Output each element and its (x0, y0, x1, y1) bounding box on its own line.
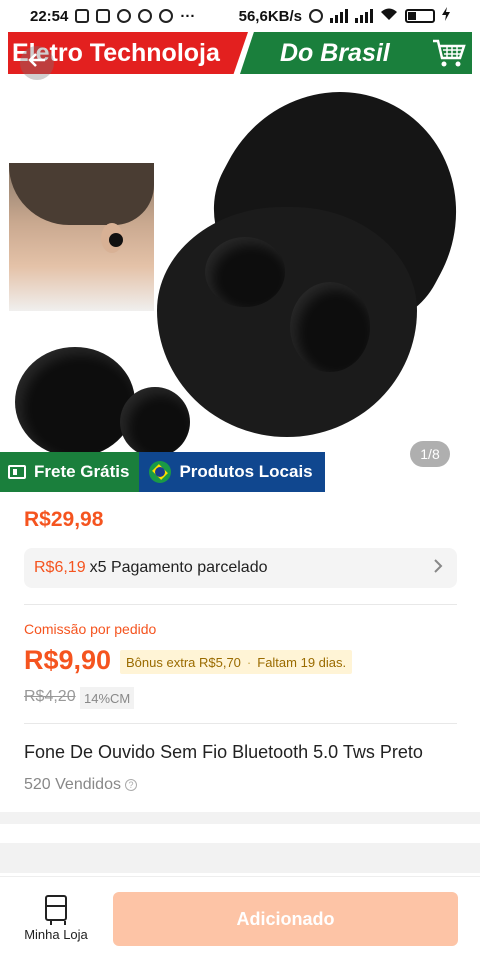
status-left: 22:54 ··· (30, 8, 195, 25)
installment-text: x5 Pagamento parcelado (89, 559, 268, 576)
bonus-separator: · (246, 654, 252, 670)
shipping-icon (8, 465, 26, 479)
section-separator (0, 843, 480, 873)
banner-tagline-block: Do Brasil (240, 32, 472, 74)
old-commission-price: R$4,20 (24, 688, 76, 705)
back-button[interactable] (20, 46, 54, 80)
alarm-icon (309, 9, 323, 23)
local-products-label: Produtos Locais (179, 462, 313, 481)
earbud-image (205, 237, 285, 307)
divider (24, 723, 457, 724)
signal-icon (355, 9, 373, 23)
free-shipping-tag: Frete Grátis (0, 452, 140, 492)
network-speed: 56,6KB/s (238, 7, 302, 25)
app-notification-icon (117, 9, 132, 23)
product-gallery[interactable]: Eletro Technoloja Do Brasil 1/8 (0, 32, 480, 492)
charging-icon (442, 7, 450, 25)
status-bar: 22:54 ··· 56,6KB/s (0, 0, 480, 32)
back-arrow-icon (27, 50, 47, 76)
product-price: R$29,98 (24, 508, 104, 531)
commission-label: Comissão por pedido (24, 621, 157, 637)
commission-percent-badge: 14%CM (80, 687, 135, 709)
bottom-action-bar: Minha Loja Adicionado (0, 876, 480, 960)
installment-row[interactable]: R$6,19 x5 Pagamento parcelado (24, 548, 457, 588)
sold-count: 520 Vendidos ? (24, 776, 137, 794)
earbuds-case (157, 207, 417, 437)
battery-icon (405, 9, 435, 23)
app-notification-icon (138, 9, 153, 23)
sold-count-label: 520 Vendidos (24, 776, 121, 793)
product-title: Fone De Ouvido Sem Fio Bluetooth 5.0 Tws… (24, 742, 423, 762)
store-banner: Eletro Technoloja Do Brasil (8, 32, 472, 74)
store-icon (45, 895, 67, 925)
product-tags: Frete Grátis Produtos Locais (0, 452, 325, 492)
bonus-deadline: Faltam 19 dias. (257, 654, 347, 670)
shopping-cart-icon (432, 38, 466, 68)
added-button[interactable]: Adicionado (113, 892, 458, 946)
notification-icon (96, 9, 111, 23)
banner-tagline: Do Brasil (280, 38, 390, 67)
status-right: 56,6KB/s (239, 7, 450, 25)
gallery-counter: 1/8 (410, 441, 450, 467)
notification-icon (75, 9, 90, 23)
bonus-badge: Bônus extra R$5,70 · Faltam 19 dias. (120, 650, 353, 674)
bonus-text: Bônus extra R$5,70 (126, 654, 241, 670)
info-icon[interactable]: ? (124, 779, 137, 791)
earbud-image (290, 282, 370, 372)
my-store-button[interactable]: Minha Loja (16, 895, 96, 951)
divider (24, 604, 457, 605)
earbud-image (120, 387, 190, 457)
local-products-tag: Produtos Locais (139, 452, 325, 492)
commission-price: R$9,90 (24, 645, 112, 675)
free-shipping-label: Frete Grátis (34, 462, 130, 481)
more-notifications-icon: ··· (180, 7, 196, 25)
installment-price: R$6,19 (34, 559, 86, 576)
chevron-right-icon (433, 558, 443, 579)
section-separator (0, 812, 480, 824)
signal-icon (330, 9, 348, 23)
status-time: 22:54 (30, 7, 69, 25)
wifi-icon (380, 7, 398, 25)
model-photo (9, 163, 154, 311)
brazil-flag-icon (149, 461, 172, 483)
pinterest-icon (159, 9, 174, 23)
earbud-image (15, 347, 135, 457)
my-store-label: Minha Loja (24, 927, 88, 942)
